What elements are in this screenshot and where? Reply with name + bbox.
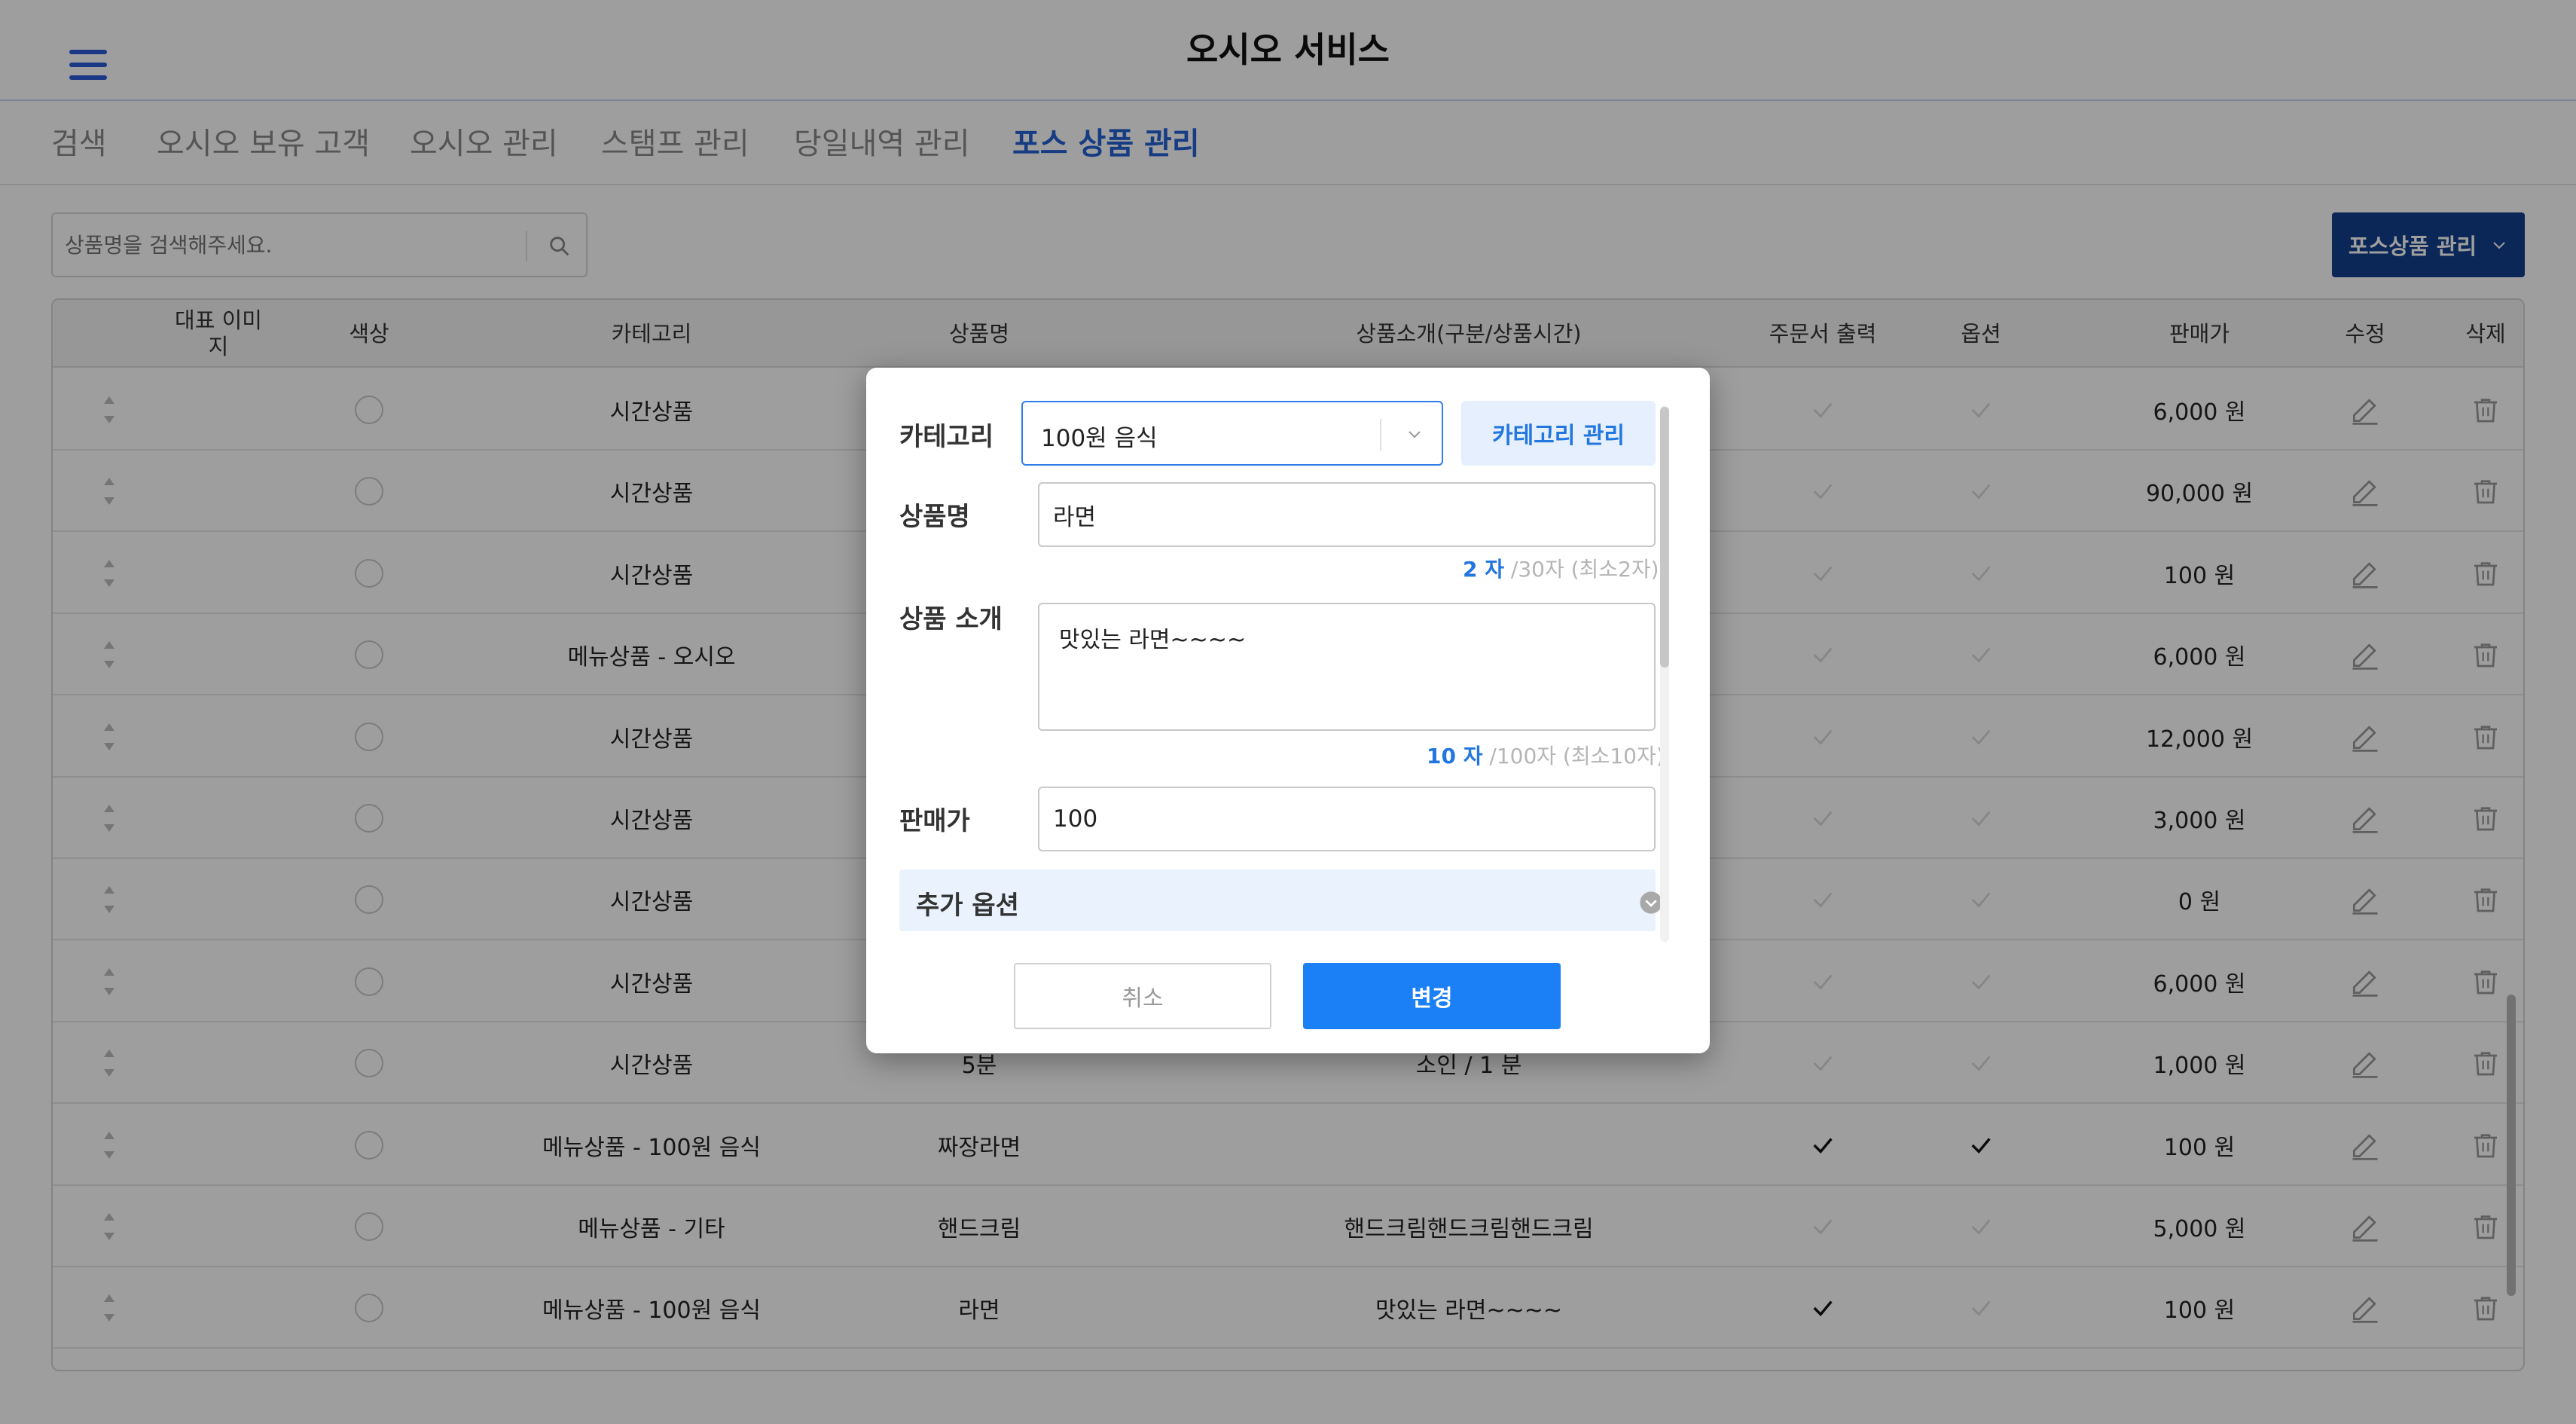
name-char-counter: 2 자 /30자 (최소2자) — [1463, 553, 1659, 583]
add-option-section[interactable]: 추가 옵션 — [899, 869, 1662, 931]
category-select[interactable]: 100원 음식 — [1021, 401, 1443, 466]
product-name-input[interactable] — [1038, 482, 1656, 547]
category-select-value: 100원 음식 — [1041, 425, 1158, 452]
product-intro-label: 상품 소개 — [899, 604, 1003, 634]
select-divider — [1380, 419, 1381, 451]
category-label: 카테고리 — [899, 422, 994, 452]
name-count-now: 2 자 — [1463, 557, 1504, 582]
intro-count-now: 10 자 — [1427, 744, 1483, 769]
modal-scrollbar[interactable] — [1660, 407, 1669, 668]
cancel-button[interactable]: 취소 — [1014, 963, 1271, 1029]
intro-count-rest: /100자 (최소10자) — [1489, 744, 1665, 769]
product-name-label: 상품명 — [899, 502, 970, 532]
intro-char-counter: 10 자 /100자 (최소10자) — [1427, 740, 1665, 770]
category-manage-button[interactable]: 카테고리 관리 — [1461, 401, 1656, 466]
name-count-rest: /30자 (최소2자) — [1510, 557, 1659, 582]
chevron-down-icon — [1409, 431, 1421, 439]
change-button[interactable]: 변경 — [1303, 963, 1561, 1029]
product-intro-textarea[interactable]: 맛있는 라면~~~~ — [1038, 603, 1656, 731]
add-option-label: 추가 옵션 — [916, 891, 1019, 921]
price-input[interactable] — [1038, 787, 1656, 851]
price-label: 판매가 — [899, 806, 970, 836]
edit-product-modal: 카테고리 100원 음식 카테고리 관리 상품명 2 자 /30자 (최소2자)… — [866, 368, 1710, 1053]
